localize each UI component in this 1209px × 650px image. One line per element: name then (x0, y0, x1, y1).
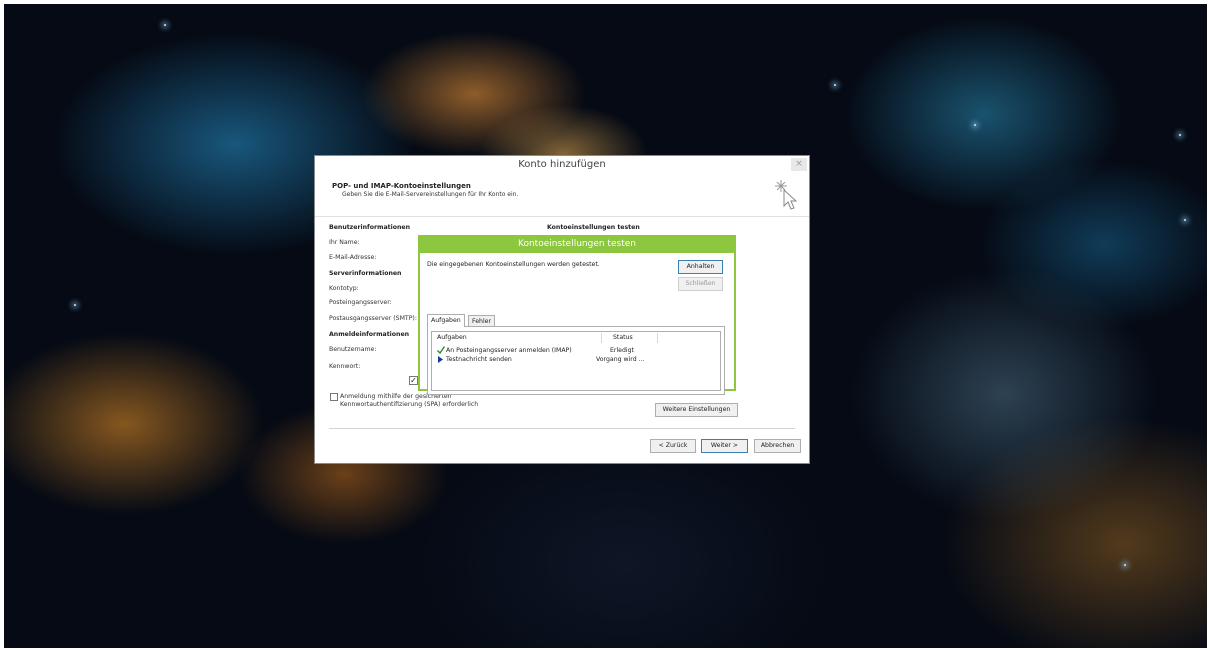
account-type-label: Kontotyp: (329, 285, 359, 292)
close-test-button[interactable]: Schließen (678, 277, 723, 291)
star (1179, 134, 1181, 136)
email-label: E-Mail-Adresse: (329, 254, 377, 261)
tasks-list: Aufgaben Status An Posteingangsserver an… (431, 331, 721, 391)
column-divider (657, 333, 658, 343)
name-label: Ihr Name: (329, 239, 360, 246)
test-dialog-body: Die eingegebenen Kontoeinstellungen werd… (420, 253, 734, 395)
header-subtitle: Geben Sie die E-Mail-Servereinstellungen… (342, 191, 519, 198)
password-label: Kennwort: (329, 363, 361, 370)
close-button[interactable]: × (791, 158, 807, 171)
tab-tasks[interactable]: Aufgaben (427, 314, 465, 327)
dialog-header: POP- und IMAP-Kontoeinstellungen Geben S… (315, 176, 809, 217)
star (834, 84, 836, 86)
next-button[interactable]: Weiter > (701, 439, 748, 453)
dialog-title: Konto hinzufügen (518, 159, 606, 170)
incoming-server-label: Posteingangsserver: (329, 299, 392, 306)
username-label: Benutzername: (329, 346, 377, 353)
task-status: Erledigt (610, 347, 634, 354)
stop-button[interactable]: Anhalten (678, 260, 723, 274)
column-divider (601, 333, 602, 343)
task-name: Testnachricht senden (446, 356, 512, 363)
task-status: Vorgang wird ... (596, 356, 645, 363)
star (974, 124, 976, 126)
star (74, 304, 76, 306)
test-settings-dialog: Kontoeinstellungen testen Die eingegeben… (418, 235, 736, 395)
login-info-heading: Anmeldeinformationen (329, 331, 410, 338)
test-settings-heading: Kontoeinstellungen testen (547, 224, 640, 231)
checkmark-icon (437, 346, 445, 354)
column-header-tasks[interactable]: Aufgaben (437, 334, 467, 341)
footer-separator (329, 428, 795, 429)
star (1124, 564, 1126, 566)
tasks-panel: Aufgaben Status An Posteingangsserver an… (427, 326, 725, 395)
dialog-titlebar: Konto hinzufügen × (315, 156, 809, 176)
more-settings-button[interactable]: Weitere Einstellungen (655, 403, 738, 417)
column-header-status[interactable]: Status (613, 334, 633, 341)
header-title: POP- und IMAP-Kontoeinstellungen (332, 182, 471, 190)
remember-password-checkbox[interactable]: ✓ (409, 376, 418, 385)
test-dialog-title: Kontoeinstellungen testen (518, 239, 636, 249)
star (1184, 219, 1186, 221)
spa-checkbox[interactable] (330, 393, 338, 401)
back-button[interactable]: < Zurück (650, 439, 696, 453)
spa-checkbox-label-2: Kennwortauthentifizierung (SPA) erforder… (340, 401, 479, 408)
arrow-right-icon (438, 356, 443, 363)
outgoing-server-label: Postausgangsserver (SMTP): (329, 315, 417, 322)
test-message: Die eingegebenen Kontoeinstellungen werd… (427, 261, 600, 268)
user-info-heading: Benutzerinformationen (329, 224, 411, 231)
cursor-sparkle-icon (775, 180, 798, 210)
star (164, 24, 166, 26)
server-info-heading: Serverinformationen (329, 270, 402, 277)
cancel-button[interactable]: Abbrechen (754, 439, 801, 453)
task-name: An Posteingangsserver anmelden (IMAP) (446, 347, 572, 354)
